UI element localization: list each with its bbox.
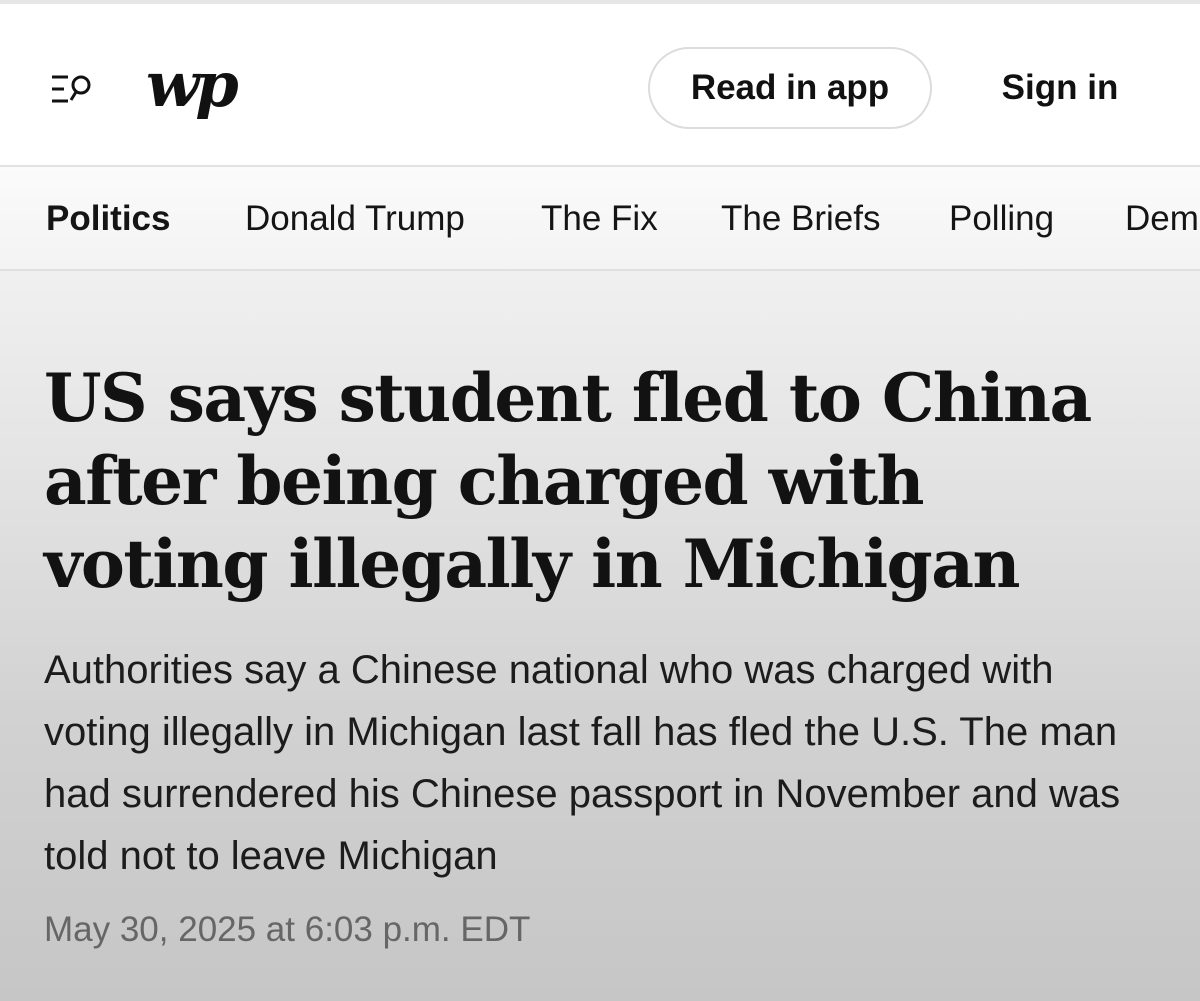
menu-search-icon <box>52 75 91 103</box>
wp-logo[interactable]: wp <box>146 50 239 120</box>
site-header: wp Read in app Sign in <box>0 0 1200 165</box>
nav-item-politics[interactable]: Politics <box>46 167 170 269</box>
nav-item-polling[interactable]: Polling <box>949 167 1054 269</box>
read-in-app-button[interactable]: Read in app <box>648 47 932 129</box>
nav-item-the-fix[interactable]: The Fix <box>541 167 658 269</box>
nav-item-donald-trump[interactable]: Donald Trump <box>245 167 465 269</box>
nav-item-the-briefs[interactable]: The Briefs <box>721 167 881 269</box>
sign-in-link[interactable]: Sign in <box>976 47 1144 129</box>
nav-item-democrats[interactable]: Dem <box>1125 167 1199 269</box>
article-dek: Authorities say a Chinese national who w… <box>44 648 1121 878</box>
menu-search-button[interactable] <box>50 70 96 110</box>
article-header: US says student fled to China after bein… <box>0 271 1200 1001</box>
section-nav: Politics Donald Trump The Fix The Briefs… <box>0 165 1200 271</box>
article-timestamp: May 30, 2025 at 6:03 p.m. EDT <box>44 910 531 949</box>
article-headline: US says student fled to China after bein… <box>44 359 1092 603</box>
